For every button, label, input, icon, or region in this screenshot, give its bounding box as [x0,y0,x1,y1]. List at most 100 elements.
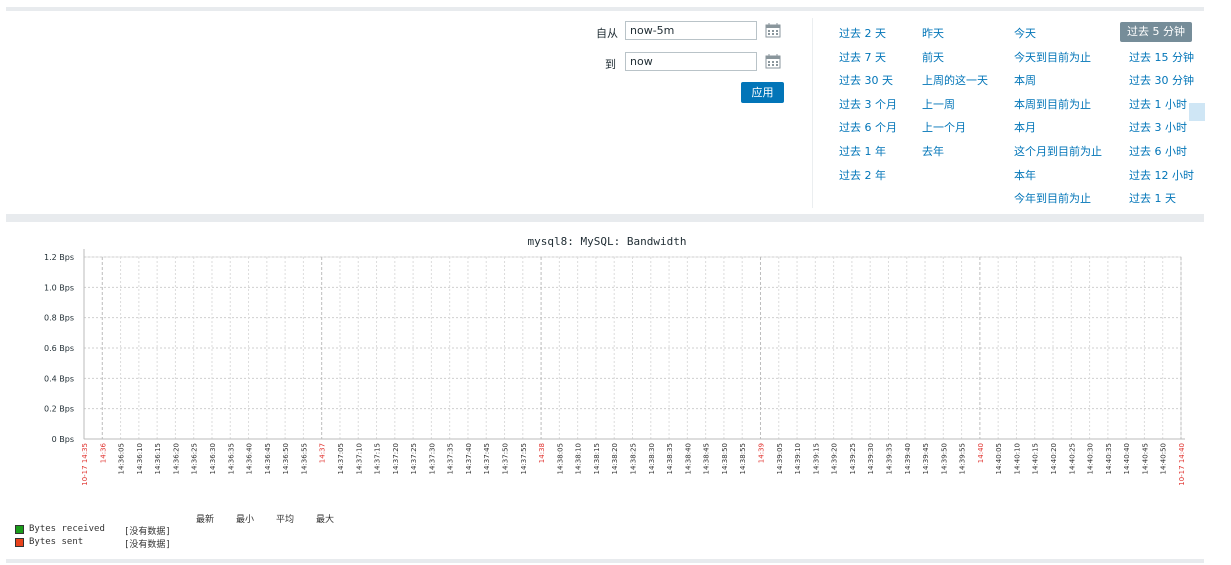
x-tick-label: 14:37:20 [392,443,400,474]
x-tick-label: 10-17 14:35 [81,443,89,486]
quick-range-col1-2[interactable]: 过去 30 天 [839,72,893,88]
x-tick-label: 14:37:55 [520,443,528,474]
x-tick-label: 14:39:15 [812,443,820,474]
legend-header-1: 最小 [236,515,255,525]
x-tick-label: 14:37:45 [483,443,491,474]
x-tick-label: 14:37:35 [447,443,455,474]
x-tick-label: 14:36:30 [209,443,217,474]
y-tick-label: 0.2 Bps [44,405,74,414]
x-tick-label: 14:40 [977,443,985,463]
legend-item-name: Bytes received [29,524,105,534]
y-tick-label: 0 Bps [52,435,74,444]
quick-range-col2-5[interactable]: 去年 [922,143,944,159]
x-tick-label: 14:38:20 [611,443,619,474]
quick-range-col4-1[interactable]: 过去 15 分钟 [1129,49,1194,65]
filter-divider [812,18,813,208]
quick-range-col2-2[interactable]: 上周的这一天 [922,72,988,88]
quick-range-col4-5[interactable]: 过去 6 小时 [1129,143,1187,159]
quick-range-col1-5[interactable]: 过去 1 年 [839,143,886,159]
side-tab[interactable] [1189,103,1205,121]
y-tick-label: 0.4 Bps [44,374,74,383]
quick-range-col3-5[interactable]: 这个月到目前为止 [1014,143,1102,159]
legend-item-value: [没有数据] [124,527,171,537]
y-tick-label: 1.2 Bps [44,253,74,262]
x-tick-label: 14:39:45 [922,443,930,474]
to-input[interactable] [625,52,757,71]
x-tick-label: 14:38:55 [739,443,747,474]
x-tick-label: 14:37:30 [428,443,436,474]
legend-item-name: Bytes sent [29,537,84,547]
x-tick-label: 14:38:50 [721,443,729,474]
legend-swatch [15,525,24,534]
section-divider [6,214,1204,222]
legend-header-3: 最大 [316,515,335,525]
x-tick-label: 14:36:10 [136,443,144,474]
x-tick-label: 14:38:35 [666,443,674,474]
y-tick-label: 0.8 Bps [44,314,74,323]
x-tick-label: 14:36 [99,442,107,463]
x-tick-label: 14:36:15 [154,443,162,474]
quick-range-col3-7[interactable]: 今年到目前为止 [1014,190,1091,206]
quick-range-col1-3[interactable]: 过去 3 个月 [839,96,897,112]
x-tick-label: 14:36:45 [264,443,272,474]
x-tick-label: 14:40:05 [995,443,1003,474]
x-tick-label: 14:38:05 [556,443,564,474]
x-tick-label: 14:37:25 [410,443,418,474]
x-tick-label: 14:39:10 [794,443,802,474]
quick-range-col2-0[interactable]: 昨天 [922,25,944,41]
x-tick-label: 14:36:25 [191,443,199,474]
quick-range-col4-2[interactable]: 过去 30 分钟 [1129,72,1194,88]
legend-swatch [15,538,24,547]
legend-header-0: 最新 [196,515,215,525]
quick-range-col3-0[interactable]: 今天 [1014,25,1036,41]
quick-range-col3-2[interactable]: 本周 [1014,72,1036,88]
x-tick-label: 14:39:05 [776,443,784,474]
legend-header-2: 平均 [276,515,295,525]
quick-range-col2-1[interactable]: 前天 [922,49,944,65]
quick-range-col4-6[interactable]: 过去 12 小时 [1129,167,1194,183]
x-tick-label: 14:40:30 [1087,443,1095,474]
x-tick-label: 14:39:25 [849,443,857,474]
x-tick-label: 14:37:05 [337,443,345,474]
x-tick-label: 14:38:10 [575,443,583,474]
y-tick-label: 1.0 Bps [44,283,74,292]
chart-grid [83,256,1182,440]
quick-range-col1-6[interactable]: 过去 2 年 [839,167,886,183]
x-tick-label: 14:39:30 [867,443,875,474]
legend-item-value: [没有数据] [124,540,171,550]
bandwidth-chart: mysql8: MySQL: Bandwidth 0 Bps 0.2 Bps 0.4… [44,235,1186,486]
x-tick-label: 14:40:40 [1123,443,1131,474]
quick-range-col3-4[interactable]: 本月 [1014,119,1036,135]
x-axis: 10-17 14:35 14:36 14:36:05 14:36:10 14:36:15… [81,438,1186,486]
x-tick-label: 14:36:05 [118,443,126,474]
quick-range-col1-4[interactable]: 过去 6 个月 [839,119,897,135]
quick-range-col4-3[interactable]: 过去 1 小时 [1129,96,1187,112]
to-calendar-icon[interactable] [765,53,781,69]
quick-range-col1-0[interactable]: 过去 2 天 [839,25,886,41]
quick-range-col2-3[interactable]: 上一周 [922,96,955,112]
quick-range-col4-7[interactable]: 过去 1 天 [1129,190,1176,206]
apply-button[interactable]: 应用 [741,82,784,103]
quick-range-col2-4[interactable]: 上一个月 [922,119,966,135]
from-input[interactable] [625,21,757,40]
quick-range-col3-6[interactable]: 本年 [1014,167,1036,183]
quick-range-col3-1[interactable]: 今天到目前为止 [1014,49,1091,65]
y-axis: 0 Bps 0.2 Bps 0.4 Bps 0.6 Bps 0.8 Bps 1.0 Bps… [44,249,85,444]
x-tick-label: 14:36:20 [172,443,180,474]
quick-range-col4-0[interactable]: 过去 5 分钟 [1120,22,1192,42]
x-tick-label: 14:39:20 [831,443,839,474]
x-tick-label: 14:39:55 [959,443,967,474]
quick-range-col4-4[interactable]: 过去 3 小时 [1129,119,1187,135]
from-label: 自从 [596,27,618,40]
x-tick-label: 14:36:55 [300,443,308,474]
to-label: 到 [605,58,616,71]
quick-range-col3-3[interactable]: 本周到目前为止 [1014,96,1091,112]
top-divider [6,7,1204,11]
x-tick-label: 14:40:20 [1050,443,1058,474]
y-tick-label: 0.6 Bps [44,344,74,353]
from-calendar-icon[interactable] [765,22,781,38]
x-tick-label: 10-17 14:40 [1178,443,1186,486]
quick-range-col1-1[interactable]: 过去 7 天 [839,49,886,65]
x-tick-label: 14:39 [757,443,765,463]
x-tick-label: 14:37:50 [502,443,510,474]
